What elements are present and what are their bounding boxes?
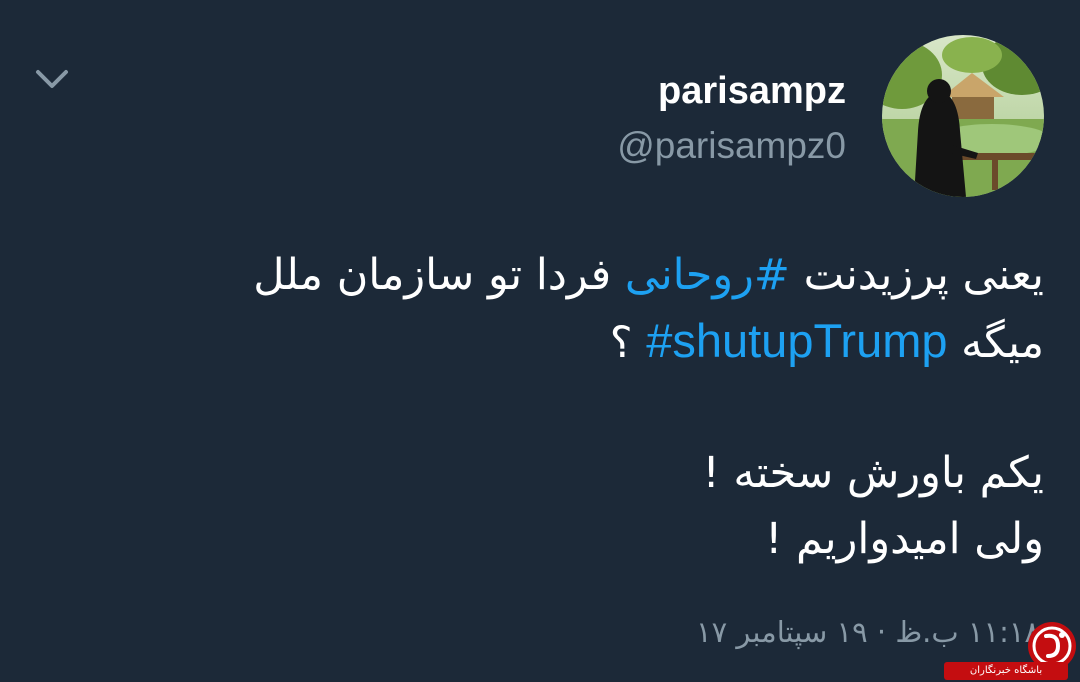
tweet-text-segment: میگه (947, 318, 1044, 368)
user-avatar-photo (882, 35, 1044, 197)
tweet-text-segment: فردا تو سازمان ملل (253, 250, 625, 300)
hashtag-link-rouhani[interactable]: #روحانی (625, 250, 790, 300)
chevron-down-icon (36, 70, 68, 88)
hashtag-link-shutuptrump[interactable]: #shutupTrump (646, 314, 947, 367)
tweet-line-3: یکم باورش سخته ! (702, 448, 1044, 498)
user-handle[interactable]: @parisampz0 (617, 124, 846, 168)
watermark-label: باشگاه خبرنگاران (944, 662, 1068, 680)
tweet-text-segment: ؟ (609, 318, 647, 368)
display-name[interactable]: parisampz (658, 68, 846, 114)
avatar[interactable] (882, 35, 1044, 197)
watermark: باشگاه خبرنگاران (940, 620, 1080, 682)
tweet-line-1: یعنی پرزیدنت #روحانی فردا تو سازمان ملل (84, 242, 1044, 308)
tweet-text: یعنی پرزیدنت #روحانی فردا تو سازمان ملل … (84, 242, 1044, 572)
tweet-options-button[interactable] (34, 64, 70, 94)
tweet-line-2: میگه #shutupTrump ؟ (84, 308, 1044, 374)
tweet-line-4: ولی امیدواریم ! (765, 514, 1044, 564)
tweet-text-segment: یعنی پرزیدنت (789, 250, 1044, 300)
